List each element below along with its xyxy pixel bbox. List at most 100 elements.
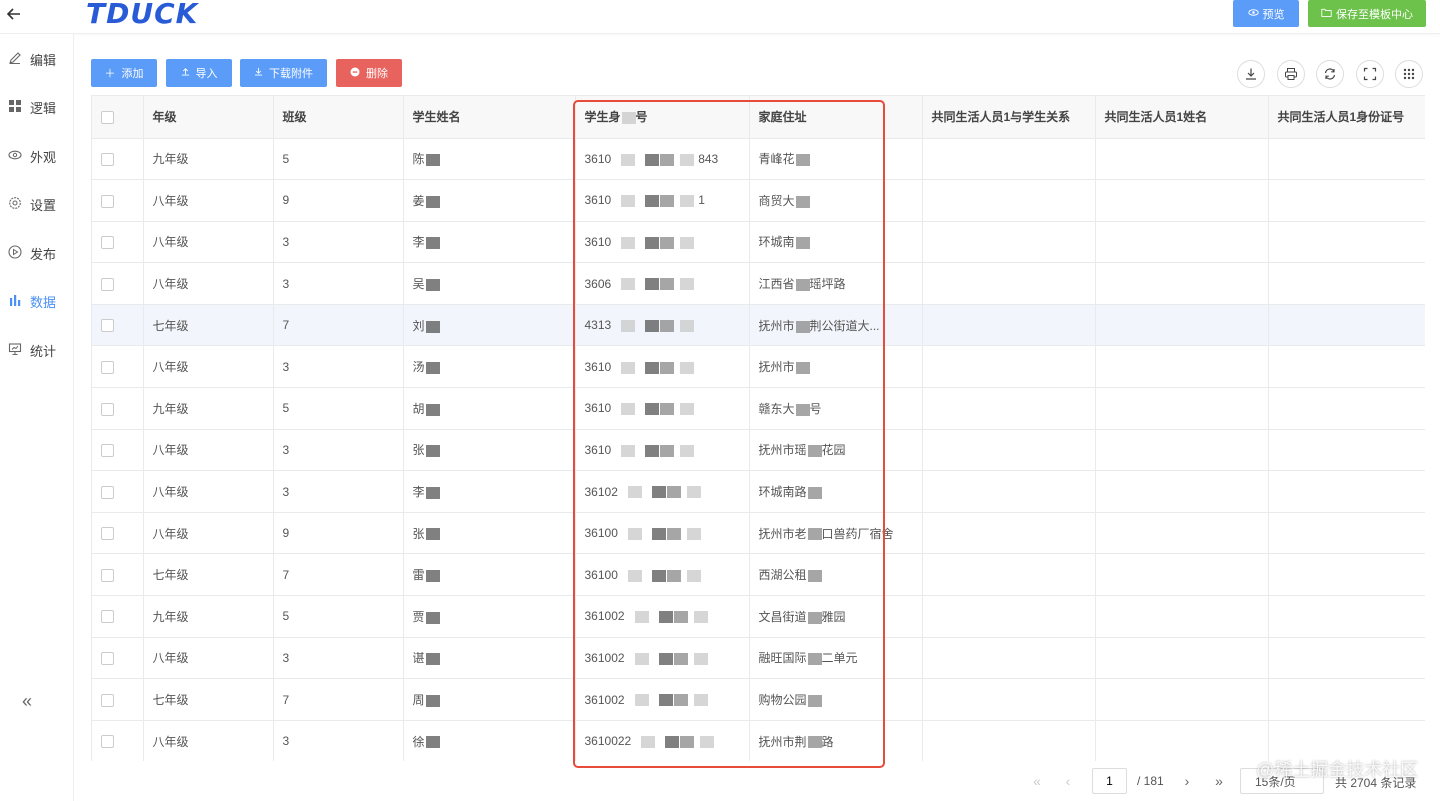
last-page-icon[interactable]: »	[1209, 770, 1229, 792]
import-button[interactable]: 导入	[166, 59, 232, 87]
id-cell: 3610 1	[575, 179, 750, 222]
address-cell: 西湖公租	[749, 553, 923, 597]
table-row[interactable]: 九年级 5 胡 3610 赣东大号	[92, 387, 1425, 430]
table-row[interactable]: 八年级 3 李 36102 环城南路	[92, 470, 1425, 513]
page-number-input[interactable]	[1092, 768, 1127, 794]
table-header-row: 年级 班级 学生姓名 学生身号 家庭住址 共同生活人员1与学生关系 共同生活人员…	[92, 96, 1425, 139]
sidebar-item-label: 设置	[30, 197, 57, 213]
save-to-template-button[interactable]: 保存至模板中心	[1308, 0, 1426, 27]
row-checkbox[interactable]	[92, 678, 144, 721]
row-checkbox[interactable]	[92, 429, 144, 472]
add-label: 添加	[121, 68, 144, 80]
sidebar-item-logic[interactable]: 逻辑	[0, 92, 74, 122]
name-text: 胡	[412, 401, 425, 416]
first-page-icon[interactable]: «	[1027, 770, 1047, 792]
fullscreen-icon[interactable]	[1356, 60, 1384, 88]
sidebar-item-statistics[interactable]: 统计	[0, 335, 74, 365]
column-header[interactable]: 共同生活人员1与学生关系	[922, 96, 1096, 139]
add-button[interactable]: ＋ 添加	[91, 59, 157, 87]
cohabitant-name-cell	[1095, 637, 1269, 680]
column-header[interactable]: 共同生活人员1身份证号	[1268, 96, 1425, 139]
table-row[interactable]: 八年级 3 张 3610 抚州市瑶 花园	[92, 429, 1425, 472]
row-checkbox[interactable]	[92, 221, 144, 264]
table-row[interactable]: 九年级 5 陈 3610 843 青峰花	[92, 138, 1425, 181]
cohabitant-id-cell	[1268, 637, 1425, 680]
redaction-mask	[680, 444, 695, 457]
redaction-mask	[680, 153, 695, 166]
column-header[interactable]: 共同生活人员1姓名	[1095, 96, 1269, 139]
table-row[interactable]: 七年级 7 雷 36100 西湖公租	[92, 553, 1425, 597]
select-all-checkbox[interactable]	[92, 96, 144, 139]
refresh-icon[interactable]	[1316, 60, 1344, 88]
sidebar-item-edit[interactable]: 编辑	[0, 44, 74, 74]
redaction-mask	[425, 362, 440, 375]
relation-cell	[922, 221, 1096, 264]
table-row[interactable]: 八年级 9 张 36100 抚州市老 口兽药厂宿舍	[92, 512, 1425, 555]
column-header[interactable]: 学生姓名	[403, 96, 576, 139]
row-checkbox[interactable]	[92, 512, 144, 555]
page-size-select[interactable]: 15条/页	[1240, 768, 1324, 794]
redaction-mask	[807, 653, 822, 666]
prev-page-icon[interactable]: ‹	[1058, 770, 1078, 792]
table-row[interactable]: 八年级 3 谌 361002 融旺国际 二单元	[92, 637, 1425, 680]
row-checkbox[interactable]	[92, 470, 144, 513]
plus-icon: ＋	[104, 68, 116, 80]
class-cell: 7	[273, 304, 404, 347]
preview-button[interactable]: 预览	[1233, 0, 1299, 27]
table-row[interactable]: 八年级 3 吴 3606 江西省 瑶坪路	[92, 262, 1425, 305]
redaction-mask	[425, 403, 440, 416]
redaction-mask	[651, 527, 666, 540]
column-header[interactable]: 年级	[143, 96, 274, 139]
sidebar-item-data[interactable]: 数据	[0, 286, 74, 316]
name-cell: 雷	[403, 553, 576, 597]
redaction-mask	[425, 694, 440, 707]
row-checkbox[interactable]	[92, 387, 144, 430]
address-text: 商贸大	[758, 193, 795, 208]
id-text: 36100	[584, 567, 618, 582]
table-row[interactable]: 七年级 7 刘 4313 抚州市 荆公街道大...	[92, 304, 1425, 347]
redaction-mask	[666, 527, 681, 540]
table-row[interactable]: 八年级 9 姜 3610 1 商贸大	[92, 179, 1425, 222]
column-settings-grid-icon[interactable]	[1395, 60, 1423, 88]
sidebar-item-settings[interactable]: 设置	[0, 189, 74, 219]
back-arrow-icon[interactable]	[4, 4, 24, 24]
address-cell: 环城南	[749, 221, 923, 264]
column-header[interactable]: 班级	[273, 96, 404, 139]
redaction-mask	[621, 444, 636, 457]
column-header[interactable]: 家庭住址	[749, 96, 923, 139]
row-checkbox[interactable]	[92, 179, 144, 222]
address-text: 西湖公租	[758, 568, 807, 583]
sidebar-item-label: 数据	[30, 294, 57, 310]
table-row[interactable]: 八年级 3 李 3610 环城南	[92, 221, 1425, 264]
redaction-mask	[660, 236, 675, 249]
next-page-icon[interactable]: ›	[1177, 770, 1197, 792]
row-checkbox[interactable]	[92, 637, 144, 680]
row-checkbox[interactable]	[92, 262, 144, 305]
table-row[interactable]: 七年级 7 周 361002 购物公园	[92, 678, 1425, 721]
redaction-mask	[634, 652, 649, 665]
redaction-mask	[645, 403, 660, 416]
redaction-mask	[425, 528, 440, 541]
print-icon[interactable]	[1277, 60, 1305, 88]
cohabitant-name-cell	[1095, 678, 1269, 721]
row-checkbox[interactable]	[92, 720, 144, 761]
download-attachment-button[interactable]: 下载附件	[240, 59, 327, 87]
row-checkbox[interactable]	[92, 553, 144, 597]
export-download-icon[interactable]	[1237, 60, 1265, 88]
row-checkbox[interactable]	[92, 304, 144, 347]
id-text: 3606	[584, 276, 612, 291]
sidebar-item-appearance[interactable]: 外观	[0, 141, 74, 171]
table-row[interactable]: 九年级 5 贾 361002 文昌街道 雅园	[92, 595, 1425, 638]
table-row[interactable]: 八年级 3 徐 3610022 抚州市荆路	[92, 720, 1425, 761]
sidebar-item-publish[interactable]: 发布	[0, 238, 74, 268]
grade-cell: 八年级	[143, 429, 274, 472]
table-row[interactable]: 八年级 3 汤 3610 抚州市	[92, 345, 1425, 389]
redaction-mask	[665, 735, 680, 748]
row-checkbox[interactable]	[92, 345, 144, 389]
row-checkbox[interactable]	[92, 595, 144, 638]
delete-button[interactable]: 删除	[336, 59, 402, 87]
column-header[interactable]: 学生身号	[575, 96, 750, 139]
class-cell: 5	[273, 387, 404, 430]
row-checkbox[interactable]	[92, 138, 144, 181]
collapse-sidebar-icon[interactable]: «	[22, 691, 40, 711]
